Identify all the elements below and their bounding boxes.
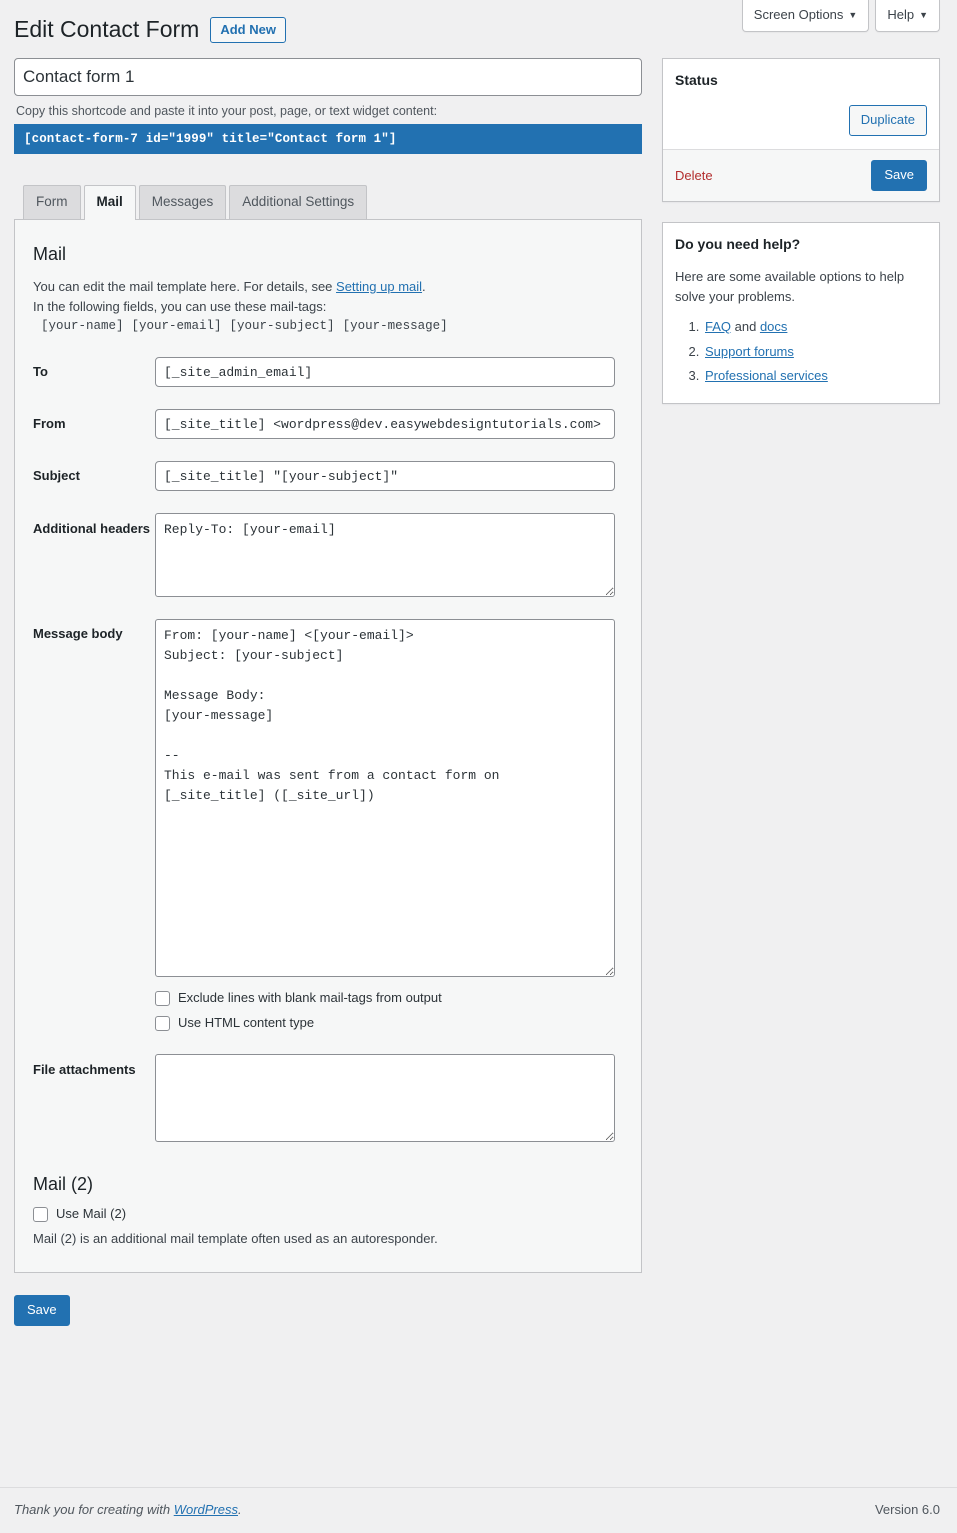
add-new-button[interactable]: Add New <box>210 17 286 44</box>
page-title: Edit Contact Form <box>14 15 199 45</box>
help-list-item: Support forums <box>703 340 927 365</box>
status-box-footer: Delete Save <box>663 149 939 201</box>
columns-layout: Copy this shortcode and paste it into yo… <box>14 58 940 1326</box>
field-row-message-body: Message body From: [your-name] <[your-em… <box>33 619 619 977</box>
mail-panel: Mail You can edit the mail template here… <box>14 219 642 1273</box>
field-row-file-attachments: File attachments <box>33 1054 619 1142</box>
mail2-note: Mail (2) is an additional mail template … <box>33 1231 619 1246</box>
help-box: Do you need help? Here are some availabl… <box>662 222 940 404</box>
desc-line1-after: . <box>422 279 426 294</box>
field-row-subject: Subject <box>33 461 619 491</box>
mail-panel-heading: Mail <box>33 242 619 267</box>
main-column: Copy this shortcode and paste it into yo… <box>14 58 642 1326</box>
mail-options-checkboxes: Exclude lines with blank mail-tags from … <box>155 989 619 1032</box>
admin-page-wrap: Edit Contact Form Add New Copy this shor… <box>0 0 957 1326</box>
from-input[interactable] <box>155 409 615 439</box>
message-body-textarea[interactable]: From: [your-name] <[your-email]> Subject… <box>155 619 615 977</box>
professional-services-link[interactable]: Professional services <box>705 368 828 383</box>
status-box-body: Status <box>663 59 939 91</box>
help-text: Here are some available options to help … <box>675 267 927 307</box>
additional-headers-label: Additional headers <box>33 513 155 539</box>
save-button-sidebar[interactable]: Save <box>871 160 927 191</box>
footer-thanks-before: Thank you for creating with <box>14 1502 174 1517</box>
mail-tag[interactable]: [your-email] <box>132 319 222 333</box>
mail-panel-description: You can edit the mail template here. For… <box>33 277 619 317</box>
field-row-from: From <box>33 409 619 439</box>
message-body-label: Message body <box>33 619 155 644</box>
docs-link[interactable]: docs <box>760 319 787 334</box>
help-list-item: Professional services <box>703 364 927 389</box>
shortcode-display[interactable]: [contact-form-7 id="1999" title="Contact… <box>14 124 642 154</box>
save-row-bottom: Save <box>14 1295 642 1326</box>
help-heading: Do you need help? <box>675 235 927 255</box>
mail-tag[interactable]: [your-subject] <box>230 319 335 333</box>
desc-line1-before: You can edit the mail template here. For… <box>33 279 336 294</box>
duplicate-row: Duplicate <box>663 97 939 149</box>
page-header: Edit Contact Form Add New <box>14 10 940 50</box>
faq-and-text: and <box>731 319 760 334</box>
file-attachments-label: File attachments <box>33 1054 155 1080</box>
desc-line2: In the following fields, you can use the… <box>33 299 326 314</box>
setting-up-mail-link[interactable]: Setting up mail <box>336 279 422 294</box>
duplicate-button[interactable]: Duplicate <box>849 105 927 136</box>
field-row-to: To <box>33 357 619 387</box>
faq-link[interactable]: FAQ <box>705 319 731 334</box>
tab-mail[interactable]: Mail <box>84 185 136 220</box>
sidebar-column: Status Duplicate Delete Save Do you need… <box>662 58 940 424</box>
to-label: To <box>33 357 155 382</box>
save-button-bottom[interactable]: Save <box>14 1295 70 1326</box>
tab-form[interactable]: Form <box>23 185 81 219</box>
use-mail2-row[interactable]: Use Mail (2) <box>33 1205 619 1223</box>
status-box: Status Duplicate Delete Save <box>662 58 940 202</box>
support-forums-link[interactable]: Support forums <box>705 344 794 359</box>
field-row-additional-headers: Additional headers Reply-To: [your-email… <box>33 513 619 597</box>
use-html-content-type-row[interactable]: Use HTML content type <box>155 1014 619 1032</box>
form-title-input[interactable] <box>14 58 642 96</box>
delete-link[interactable]: Delete <box>675 168 713 183</box>
tab-additional-settings[interactable]: Additional Settings <box>229 185 367 219</box>
footer-thanks: Thank you for creating with WordPress. <box>14 1502 242 1517</box>
additional-headers-textarea[interactable]: Reply-To: [your-email] <box>155 513 615 597</box>
help-list-item: FAQ and docs <box>703 315 927 340</box>
footer-version: Version 6.0 <box>875 1502 940 1517</box>
use-html-content-type-checkbox[interactable] <box>155 1016 170 1031</box>
shortcode-help-text: Copy this shortcode and paste it into yo… <box>16 104 642 118</box>
from-label: From <box>33 409 155 434</box>
status-heading: Status <box>675 71 927 91</box>
use-mail2-label[interactable]: Use Mail (2) <box>56 1205 126 1223</box>
subject-input[interactable] <box>155 461 615 491</box>
exclude-blank-mailtags-label[interactable]: Exclude lines with blank mail-tags from … <box>178 989 442 1007</box>
footer-thanks-after: . <box>238 1502 242 1517</box>
admin-footer: Thank you for creating with WordPress. V… <box>0 1487 957 1533</box>
mail-tag[interactable]: [your-name] <box>41 319 124 333</box>
use-html-content-type-label[interactable]: Use HTML content type <box>178 1014 314 1032</box>
mail-tag[interactable]: [your-message] <box>343 319 448 333</box>
help-links-list: FAQ and docs Support forums Professional… <box>675 315 927 389</box>
use-mail2-checkbox[interactable] <box>33 1207 48 1222</box>
exclude-blank-mailtags-row[interactable]: Exclude lines with blank mail-tags from … <box>155 989 619 1007</box>
file-attachments-textarea[interactable] <box>155 1054 615 1142</box>
exclude-blank-mailtags-checkbox[interactable] <box>155 991 170 1006</box>
tab-list: Form Mail Messages Additional Settings <box>14 185 642 219</box>
mail2-heading: Mail (2) <box>33 1174 619 1195</box>
tab-messages[interactable]: Messages <box>139 185 227 219</box>
mail-tags-list: [your-name] [your-email] [your-subject] [yo… <box>41 319 619 333</box>
wordpress-link[interactable]: WordPress <box>174 1502 238 1517</box>
subject-label: Subject <box>33 461 155 486</box>
to-input[interactable] <box>155 357 615 387</box>
